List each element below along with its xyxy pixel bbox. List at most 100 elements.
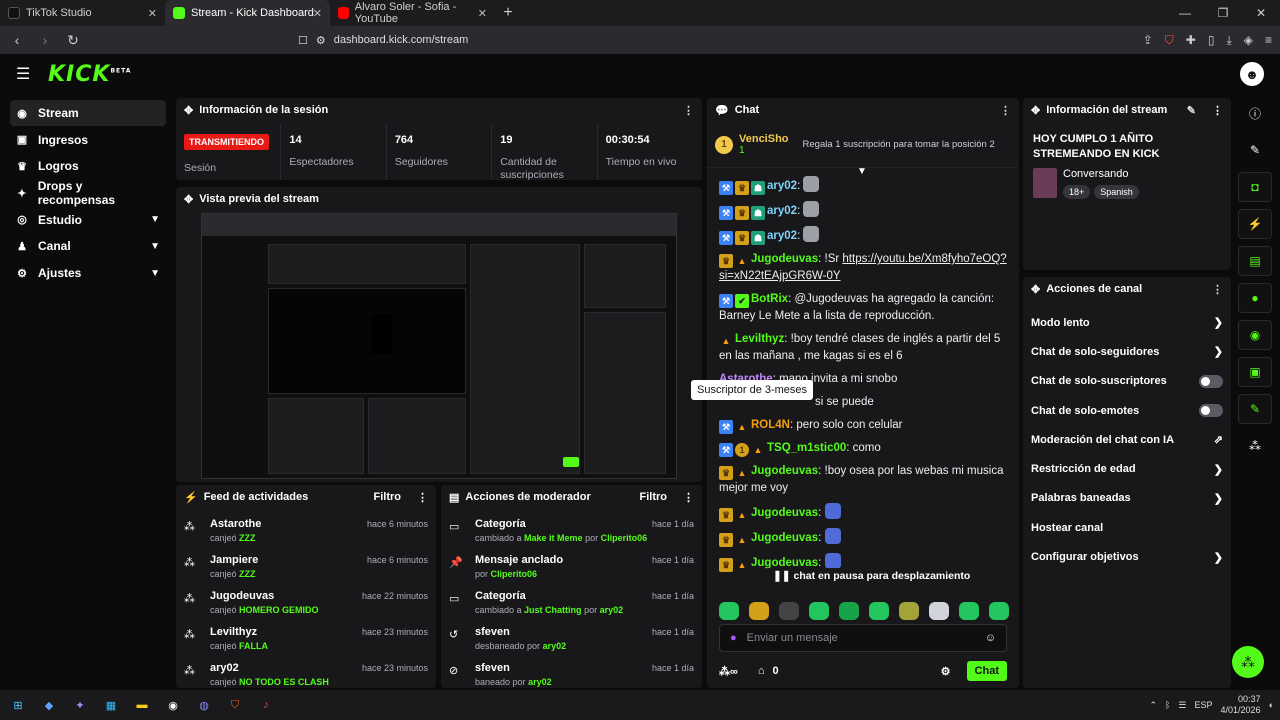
chat-paused-banner[interactable]: ❚❚ chat en pausa para desplazamiento [767, 568, 977, 584]
back-icon[interactable]: ‹ [8, 32, 26, 48]
filter-button[interactable]: Filtro [374, 491, 402, 503]
more-options-icon[interactable]: ⋮ [683, 104, 694, 117]
more-options-icon[interactable]: ⋮ [1212, 283, 1223, 296]
sidebar-item-canal[interactable]: ♟ Canal ▼ [10, 233, 166, 259]
chat-input[interactable]: ● Enviar un mensaje ☺ [719, 624, 1007, 652]
clock[interactable]: 00:37 4/01/2026 [1221, 694, 1261, 716]
forward-icon[interactable]: › [36, 32, 54, 48]
notifications-icon[interactable]: ◐ [1269, 700, 1274, 710]
gift-leaderboard[interactable]: 1 VenciSho 1 Regala 1 suscripción para t… [707, 122, 1019, 168]
chat-bubble-icon[interactable]: ● [1238, 283, 1272, 313]
microphone-icon[interactable]: ● [730, 632, 737, 644]
emotes-only-toggle[interactable] [1199, 404, 1223, 418]
age-restriction-row[interactable]: Restricción de edad ❯ [1023, 454, 1231, 483]
host-channel-row[interactable]: Hostear canal [1023, 513, 1231, 542]
followers-only-row[interactable]: Chat de solo-seguidores ❯ [1023, 337, 1231, 366]
store-icon[interactable]: ▦ [99, 695, 123, 715]
sidebar-item-stream[interactable]: ◉ Stream [10, 100, 166, 126]
emote-icon[interactable] [869, 602, 889, 620]
folder-icon[interactable]: ▬ [130, 695, 154, 715]
share-icon[interactable]: ⇪ [1143, 33, 1153, 48]
sidebar-item-logros[interactable]: ♛ Logros [10, 153, 166, 179]
wrench-icon[interactable]: ✎ [1238, 394, 1272, 424]
close-window-icon[interactable]: ✕ [1242, 0, 1280, 26]
emote-icon[interactable] [719, 602, 739, 620]
chat-username[interactable]: ary02 [767, 205, 797, 217]
chat-username[interactable]: Jugodeuvas [751, 532, 818, 544]
emoji-picker-icon[interactable]: ☺ [985, 632, 996, 644]
network-icon[interactable]: ☰ [1178, 700, 1186, 711]
emote-icon[interactable] [899, 602, 919, 620]
reload-icon[interactable]: ↻ [64, 32, 82, 49]
document-icon[interactable]: ▤ [1238, 246, 1272, 276]
language-indicator[interactable]: ESP [1195, 700, 1213, 710]
tiktok-icon[interactable]: ♪ [254, 695, 278, 715]
drag-handle-icon[interactable]: ✥ [184, 193, 193, 206]
quick-action-button[interactable]: ⁂ [1232, 646, 1264, 678]
clip-icon[interactable]: ◘ [1238, 172, 1272, 202]
site-info-icon[interactable]: ⚙ [316, 34, 326, 47]
chat-username[interactable]: Levilthyz [735, 333, 784, 345]
menu-icon[interactable]: ≡ [1265, 33, 1272, 48]
edit-icon[interactable]: ✎ [1187, 104, 1196, 117]
banned-words-row[interactable]: Palabras baneadas ❯ [1023, 484, 1231, 513]
more-options-icon[interactable]: ⋮ [1000, 104, 1011, 117]
chat-username[interactable]: ary02 [767, 180, 797, 192]
emote-icon[interactable] [989, 602, 1009, 620]
drag-handle-icon[interactable]: ✥ [184, 104, 193, 117]
chat-username[interactable]: Jugodeuvas [751, 465, 818, 477]
sidebar-item-estudio[interactable]: ◎ Estudio ▼ [10, 207, 166, 233]
filter-button[interactable]: Filtro [640, 491, 668, 503]
subscribers-only-toggle[interactable] [1199, 374, 1223, 388]
restore-icon[interactable]: ❐ [1204, 0, 1242, 26]
category-thumbnail[interactable] [1033, 168, 1057, 198]
bluetooth-icon[interactable]: ᛒ [1165, 700, 1170, 710]
close-tab-icon[interactable]: ✕ [478, 7, 487, 20]
channel-points-icon[interactable]: ⁂∞ [719, 665, 738, 678]
ai-moderation-row[interactable]: Moderación del chat con IA ⇗ [1023, 425, 1231, 454]
emote-icon[interactable] [749, 602, 769, 620]
avatar[interactable]: ☻ [1240, 62, 1264, 86]
drag-handle-icon[interactable]: ✥ [1031, 283, 1040, 296]
new-tab-button[interactable]: + [495, 0, 521, 26]
copilot-icon[interactable]: ◆ [37, 695, 61, 715]
sidebar-icon[interactable]: ▯ [1208, 33, 1215, 48]
close-tab-icon[interactable]: ✕ [313, 7, 322, 20]
more-options-icon[interactable]: ⋮ [1212, 104, 1223, 117]
apps-icon[interactable]: ✦ [68, 695, 92, 715]
browser-tab-tiktok[interactable]: TikTok Studio ✕ [0, 0, 165, 26]
bookmark-icon[interactable]: ☐ [298, 34, 308, 47]
sidebar-item-ajustes[interactable]: ⚙ Ajustes ▼ [10, 260, 166, 286]
minimize-icon[interactable]: — [1166, 0, 1204, 26]
emote-icon[interactable] [809, 602, 829, 620]
download-icon[interactable]: ⤓ [1226, 33, 1231, 48]
chat-username[interactable]: TSQ_m1stic00 [767, 442, 846, 454]
emote-icon[interactable] [839, 602, 859, 620]
url-field[interactable]: ☐ ⚙ dashboard.kick.com/stream [292, 29, 1012, 51]
hamburger-menu-icon[interactable]: ☰ [16, 64, 36, 84]
sidebar-item-drops[interactable]: ✦ Drops y recompensas [10, 179, 166, 207]
stream-preview-video[interactable] [201, 213, 677, 479]
close-tab-icon[interactable]: ✕ [148, 7, 157, 20]
drag-handle-icon[interactable]: ✥ [1031, 104, 1040, 117]
chat-username[interactable]: BotRix [751, 293, 788, 305]
broadcast-icon[interactable]: ◉ [1238, 320, 1272, 350]
more-options-icon[interactable]: ⋮ [683, 491, 694, 504]
discord-icon[interactable]: ◍ [192, 695, 216, 715]
browser-tab-kick[interactable]: Stream - Kick Dashboard ✕ [165, 0, 330, 26]
chat-username[interactable]: Jugodeuvas [751, 253, 818, 265]
emote-icon[interactable] [959, 602, 979, 620]
lightning-icon[interactable]: ⚡ [1238, 209, 1272, 239]
sidebar-item-ingresos[interactable]: ▣ Ingresos [10, 127, 166, 153]
emote-icon[interactable] [929, 602, 949, 620]
kick-logo[interactable]: KICKBETA [48, 62, 131, 87]
more-options-icon[interactable]: ⋮ [417, 491, 428, 504]
brave-icon[interactable]: ⛉ [223, 695, 247, 715]
info-icon[interactable]: ⓘ [1238, 98, 1272, 128]
gift-box-icon[interactable]: ⌂ [758, 665, 765, 677]
brave-shield-icon[interactable]: ⛉ [1165, 33, 1174, 48]
layout-icon[interactable]: ▣ [1238, 357, 1272, 387]
chat-username[interactable]: ary02 [767, 230, 797, 242]
slow-mode-row[interactable]: Modo lento ❯ [1023, 308, 1231, 337]
chat-username[interactable]: Jugodeuvas [751, 507, 818, 519]
